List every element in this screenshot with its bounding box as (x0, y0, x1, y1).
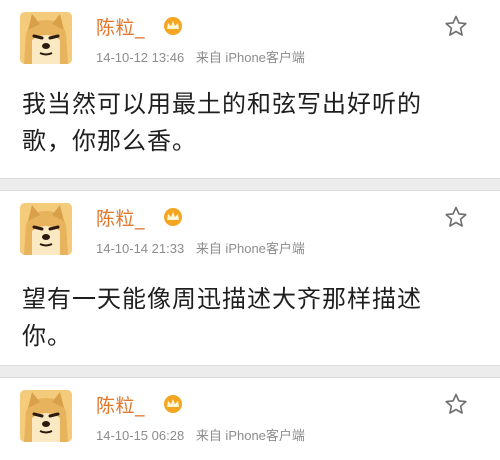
weibo-feed: 陈粒_ 14-10-12 13:46 来自 iPhone客户端 我当然可以用最土… (0, 0, 500, 460)
post-card: 陈粒_ 14-10-15 06:28 来自 iPhone客户端 (0, 378, 500, 460)
timestamp: 14-10-15 06:28 (96, 428, 185, 443)
feed-divider (0, 365, 500, 378)
post-meta: 14-10-14 21:33 来自 iPhone客户端 (96, 238, 305, 257)
username[interactable]: 陈粒_ (96, 13, 145, 40)
crown-vip-icon (164, 208, 182, 226)
post-text: 我当然可以用最土的和弦写出好听的 歌，你那么香。 (22, 90, 422, 155)
source-label: 来自 iPhone客户端 (195, 241, 305, 256)
user-avatar[interactable] (20, 390, 72, 442)
source-label: 来自 iPhone客户端 (195, 50, 305, 65)
username[interactable]: 陈粒_ (96, 391, 145, 418)
user-avatar[interactable] (20, 203, 72, 255)
star-outline-icon[interactable] (444, 205, 468, 229)
post-meta: 14-10-15 06:28 来自 iPhone客户端 (96, 425, 305, 444)
shiba-avatar-image (20, 203, 72, 255)
source-label: 来自 iPhone客户端 (195, 428, 305, 443)
post-text: 望有一天能像周迅描述大齐那样描述 你。 (22, 285, 422, 350)
shiba-avatar-image (20, 12, 72, 64)
username[interactable]: 陈粒_ (96, 204, 145, 231)
post-meta: 14-10-12 13:46 来自 iPhone客户端 (96, 47, 305, 66)
user-avatar[interactable] (20, 12, 72, 64)
post-card: 陈粒_ 14-10-14 21:33 来自 iPhone客户端 望有一天能像周迅… (0, 191, 500, 365)
crown-vip-icon (164, 17, 182, 35)
post-card: 陈粒_ 14-10-12 13:46 来自 iPhone客户端 我当然可以用最土… (0, 0, 500, 178)
star-outline-icon[interactable] (444, 14, 468, 38)
feed-divider (0, 178, 500, 191)
timestamp: 14-10-14 21:33 (96, 241, 185, 256)
shiba-avatar-image (20, 390, 72, 442)
timestamp: 14-10-12 13:46 (96, 50, 185, 65)
crown-vip-icon (164, 395, 182, 413)
star-outline-icon[interactable] (444, 392, 468, 416)
